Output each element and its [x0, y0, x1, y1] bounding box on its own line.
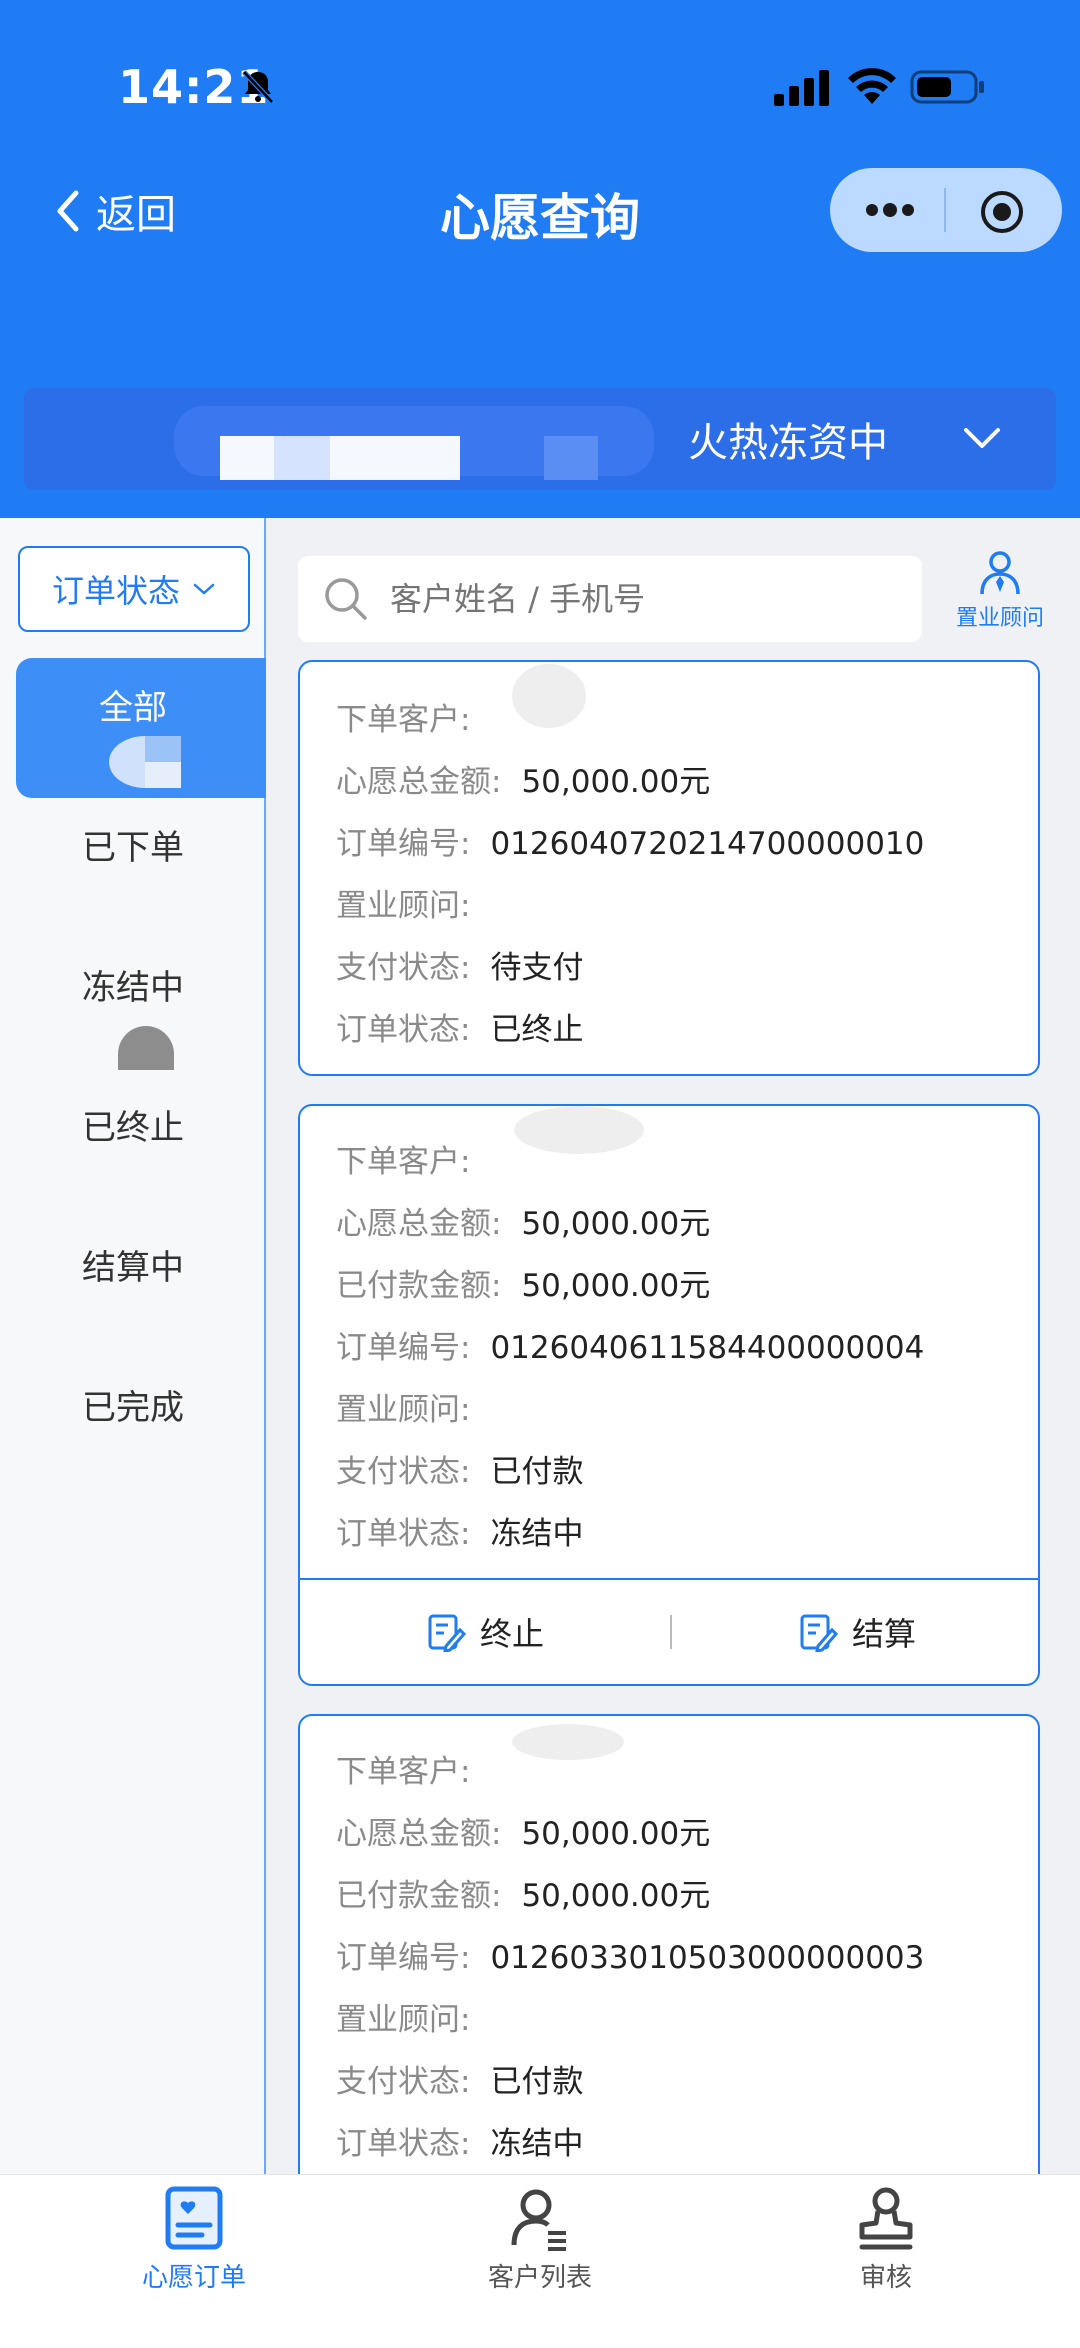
tab-label: 审核: [859, 2263, 912, 2293]
sidebar-item-frozen[interactable]: 冻结中: [16, 938, 266, 1078]
redacted-region: [514, 1106, 644, 1154]
filter-label: 订单状态: [51, 572, 180, 610]
tab-label: 心愿订单: [141, 2263, 246, 2293]
sidebar-item-settling[interactable]: 结算中: [16, 1218, 266, 1358]
tab-customer-list[interactable]: 客户列表: [430, 2185, 650, 2294]
settle-button[interactable]: 结算: [672, 1609, 1038, 1655]
battery-icon: [910, 70, 984, 104]
sidebar-item-label: 已完成: [82, 1388, 184, 1428]
field-customer: 下单客户:: [336, 1754, 471, 1790]
redacted-count: [109, 736, 181, 788]
field-paid-amount: 已付款金额: 50,000.00元: [336, 1878, 711, 1914]
field-order-status: 订单状态: 冻结中: [336, 2126, 584, 2162]
card-actions: 终止 结算: [300, 1578, 1038, 1684]
field-customer: 下单客户:: [336, 702, 471, 738]
cellular-signal-icon: [774, 70, 829, 106]
field-total-amount: 心愿总金额: 50,000.00元: [336, 764, 711, 800]
order-card[interactable]: 下单客户: 心愿总金额: 50,000.00元 订单编号: 012604072021…: [298, 660, 1040, 1076]
field-order-status: 订单状态: 冻结中: [336, 1516, 584, 1552]
advisor-label: 置业顾问: [955, 606, 1044, 631]
sidebar-item-all[interactable]: 全部: [16, 658, 266, 798]
advisor-icon: [980, 551, 1020, 595]
capsule-divider: [944, 188, 946, 232]
tab-wish-orders[interactable]: 心愿订单: [84, 2185, 304, 2294]
sidebar-item-label: 已终止: [82, 1108, 184, 1148]
customer-list-icon: [511, 2189, 566, 2251]
field-payment-status: 支付状态: 待支付: [336, 950, 584, 986]
redacted-region: [512, 664, 586, 728]
sidebar-item-terminated[interactable]: 已终止: [16, 1078, 266, 1218]
redacted-count: [118, 1026, 174, 1070]
field-order-number: 订单编号: 0126033010503000000003: [336, 1940, 925, 1976]
chevron-down-icon: [964, 428, 1000, 448]
field-total-amount: 心愿总金额: 50,000.00元: [336, 1816, 711, 1852]
bottom-tab-bar: 心愿订单 客户列表 审核: [0, 2174, 1080, 2348]
settle-label: 结算: [851, 1615, 916, 1653]
terminate-button[interactable]: 终止: [300, 1609, 670, 1655]
mini-program-capsule: [830, 168, 1062, 252]
order-card[interactable]: 下单客户: 心愿总金额: 50,000.00元 已付款金额: 50,000.00元 …: [298, 1104, 1040, 1686]
field-order-number: 订单编号: 0126040611584400000004: [336, 1330, 925, 1366]
field-order-status: 订单状态: 已终止: [336, 1012, 584, 1048]
edit-doc-icon: [800, 1614, 838, 1652]
search-icon: [325, 578, 367, 620]
sidebar-item-completed[interactable]: 已完成: [16, 1358, 266, 1498]
tab-label: 客户列表: [487, 2263, 592, 2293]
page: 14:21 返回 心愿查询 火热冻资中 订单状态 全部 已下单 冻结中 已终止 …: [0, 0, 1080, 2348]
sidebar-item-placed[interactable]: 已下单: [16, 798, 266, 938]
chevron-down-icon: [193, 583, 215, 595]
sidebar-item-label: 冻结中: [82, 968, 184, 1008]
field-payment-status: 支付状态: 已付款: [336, 1454, 584, 1490]
sidebar-item-label: 结算中: [82, 1248, 184, 1288]
field-advisor: 置业顾问:: [336, 2002, 471, 2038]
edit-doc-icon: [428, 1614, 466, 1652]
close-target-icon[interactable]: [978, 188, 1026, 236]
order-card[interactable]: 下单客户: 心愿总金额: 50,000.00元 已付款金额: 50,000.00元 …: [298, 1714, 1040, 2234]
terminate-label: 终止: [479, 1615, 544, 1653]
wifi-icon: [848, 68, 896, 104]
field-customer: 下单客户:: [336, 1144, 471, 1180]
field-advisor: 置业顾问:: [336, 1392, 471, 1428]
project-name: 火热冻资中: [688, 420, 888, 466]
field-total-amount: 心愿总金额: 50,000.00元: [336, 1206, 711, 1242]
more-icon[interactable]: [860, 190, 920, 230]
search-box[interactable]: [298, 556, 922, 642]
field-order-number: 订单编号: 012604072021470000001​0: [336, 826, 925, 862]
redacted-region: [274, 436, 330, 480]
tab-review[interactable]: 审核: [776, 2185, 996, 2294]
field-payment-status: 支付状态: 已付款: [336, 2064, 584, 2100]
wish-order-icon: [165, 2186, 223, 2250]
stamp-icon: [859, 2187, 913, 2250]
bell-muted-icon: [242, 70, 274, 104]
header: 14:21 返回 心愿查询 火热冻资中: [0, 0, 1080, 518]
field-paid-amount: 已付款金额: 50,000.00元: [336, 1268, 711, 1304]
project-selector[interactable]: 火热冻资中: [24, 388, 1056, 490]
status-sidebar: 订单状态 全部 已下单 冻结中 已终止 结算中 已完成: [0, 518, 266, 2174]
search-input[interactable]: [390, 580, 910, 618]
field-advisor: 置业顾问:: [336, 888, 471, 924]
order-status-filter[interactable]: 订单状态: [18, 546, 250, 632]
redacted-region: [220, 436, 460, 480]
sidebar-item-label: 全部: [99, 688, 167, 728]
redacted-region: [544, 436, 598, 480]
sidebar-item-label: 已下单: [82, 828, 184, 868]
advisor-button[interactable]: 置业顾问: [950, 548, 1050, 632]
redacted-region: [512, 1724, 624, 1760]
